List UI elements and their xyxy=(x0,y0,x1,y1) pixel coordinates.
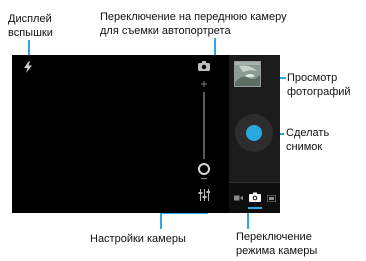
mode-callout: Переключение режима камеры xyxy=(236,230,317,258)
zoom-plus-icon[interactable] xyxy=(200,80,208,88)
shutter-callout-line-1: Сделать xyxy=(286,127,330,139)
shutter-core xyxy=(246,125,262,141)
panorama-mode-icon[interactable] xyxy=(266,193,276,203)
flash-icon[interactable] xyxy=(22,61,34,73)
shutter-callout: Сделать снимок xyxy=(286,126,329,154)
flash-callout-line-1: Дисплей xyxy=(8,13,52,25)
video-mode-icon[interactable] xyxy=(233,193,243,203)
zoom-track[interactable] xyxy=(203,92,205,159)
switch-camera-icon[interactable] xyxy=(196,59,212,73)
front-camera-callout-line-1: Переключение на переднюю камеру xyxy=(100,11,287,23)
gallery-callout: Просмотр фотографий xyxy=(287,71,351,99)
zoom-knob[interactable] xyxy=(198,163,210,175)
shutter-callout-line-2: снимок xyxy=(286,141,323,153)
gallery-thumbnail[interactable] xyxy=(234,61,261,87)
flash-callout: Дисплей вспышки xyxy=(8,12,53,40)
front-camera-callout-line-2: для съемки автопортрета xyxy=(100,25,231,37)
camera-screen xyxy=(12,55,280,213)
flash-callout-line-2: вспышки xyxy=(8,27,53,39)
settings-callout-line-1: Настройки камеры xyxy=(90,233,186,245)
mode-callout-line-1: Переключение xyxy=(236,231,312,243)
zoom-minus-icon[interactable] xyxy=(200,176,208,182)
gallery-callout-line-1: Просмотр xyxy=(287,72,338,84)
settings-sliders-icon[interactable] xyxy=(197,188,211,202)
front-camera-callout: Переключение на переднюю камеру для съем… xyxy=(100,10,287,38)
camera-mode-bar xyxy=(229,182,280,213)
mode-callout-line-2: режима камеры xyxy=(236,245,318,257)
settings-callout-line-v xyxy=(160,212,162,229)
photo-mode-selected[interactable] xyxy=(248,187,262,209)
settings-callout: Настройки камеры xyxy=(90,232,186,246)
viewfinder[interactable] xyxy=(12,55,229,213)
shutter-button[interactable] xyxy=(235,114,273,152)
photo-mode-icon xyxy=(249,192,261,202)
gallery-callout-line-2: фотографий xyxy=(287,86,351,98)
